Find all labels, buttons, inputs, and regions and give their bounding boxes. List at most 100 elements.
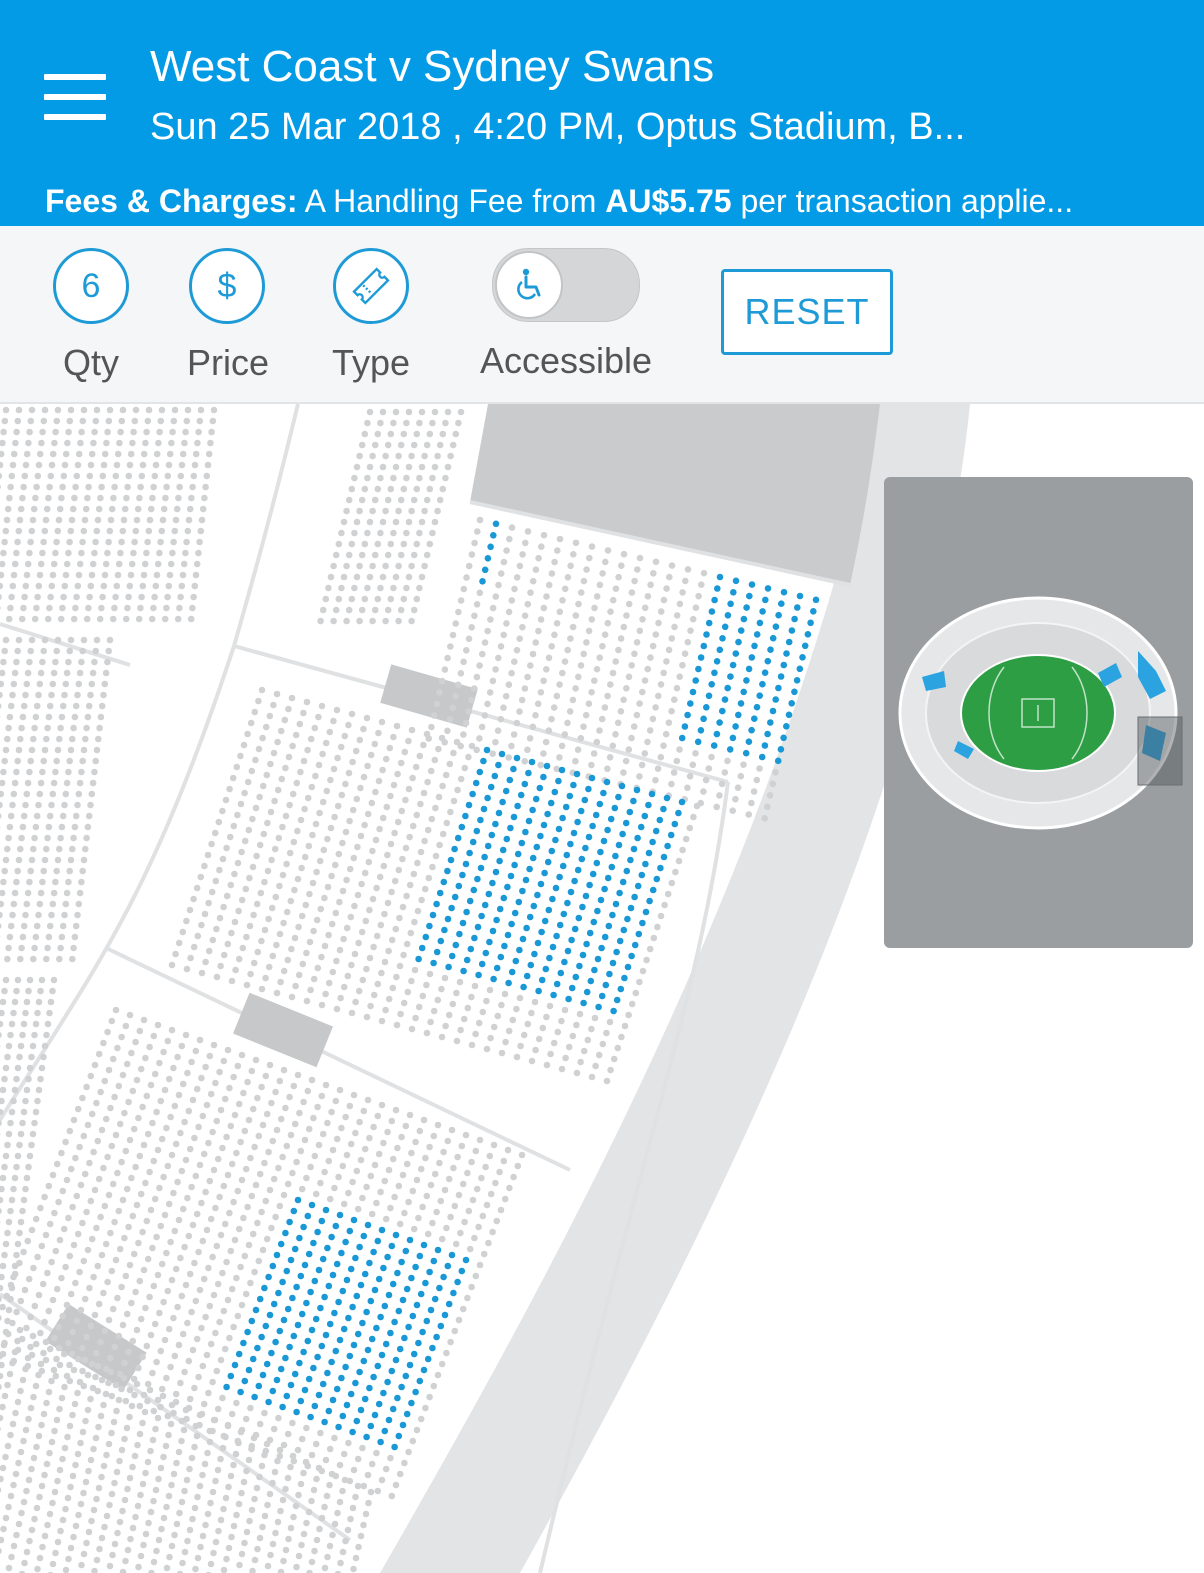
available-seat[interactable] bbox=[444, 915, 452, 923]
available-seat[interactable] bbox=[780, 734, 787, 742]
available-seat[interactable] bbox=[697, 654, 705, 661]
available-seat[interactable] bbox=[515, 898, 523, 906]
available-seat[interactable] bbox=[610, 1007, 617, 1015]
available-seat[interactable] bbox=[305, 1375, 313, 1383]
available-seat[interactable] bbox=[423, 1317, 431, 1325]
available-seat[interactable] bbox=[240, 1339, 247, 1347]
available-seat[interactable] bbox=[378, 1351, 386, 1359]
available-seat[interactable] bbox=[546, 954, 553, 962]
available-seat[interactable] bbox=[767, 646, 774, 653]
available-seat[interactable] bbox=[492, 520, 500, 528]
available-seat[interactable] bbox=[633, 786, 641, 794]
available-seat[interactable] bbox=[481, 853, 488, 861]
available-seat[interactable] bbox=[656, 816, 664, 824]
available-seat[interactable] bbox=[479, 578, 486, 585]
available-seat[interactable] bbox=[514, 850, 522, 858]
available-seat[interactable] bbox=[490, 532, 497, 539]
available-seat[interactable] bbox=[582, 892, 590, 900]
available-seat[interactable] bbox=[535, 987, 542, 995]
available-seat[interactable] bbox=[485, 890, 493, 898]
available-seat[interactable] bbox=[678, 798, 686, 806]
available-seat[interactable] bbox=[248, 1317, 256, 1325]
available-seat[interactable] bbox=[556, 873, 563, 881]
available-seat[interactable] bbox=[328, 1358, 335, 1366]
available-seat[interactable] bbox=[513, 754, 521, 762]
available-seat[interactable] bbox=[389, 1405, 397, 1413]
available-seat[interactable] bbox=[416, 1252, 424, 1260]
available-seat[interactable] bbox=[603, 778, 611, 786]
type-filter[interactable]: Type bbox=[326, 248, 416, 384]
available-seat[interactable] bbox=[353, 1417, 361, 1425]
available-seat[interactable] bbox=[429, 1344, 436, 1352]
available-seat[interactable] bbox=[775, 611, 782, 619]
available-seat[interactable] bbox=[762, 596, 769, 604]
available-seat[interactable] bbox=[510, 765, 517, 773]
qty-filter[interactable]: 6 Qty bbox=[52, 248, 130, 384]
available-seat[interactable] bbox=[410, 1350, 418, 1358]
available-seat[interactable] bbox=[395, 1307, 403, 1315]
available-seat[interactable] bbox=[272, 1338, 279, 1346]
available-seat[interactable] bbox=[405, 1323, 412, 1331]
available-seat[interactable] bbox=[335, 1423, 342, 1431]
available-seat[interactable] bbox=[568, 984, 576, 992]
available-seat[interactable] bbox=[304, 1337, 312, 1345]
available-seat[interactable] bbox=[550, 991, 557, 999]
available-seat[interactable] bbox=[470, 886, 478, 894]
available-seat[interactable] bbox=[571, 877, 578, 885]
available-seat[interactable] bbox=[338, 1374, 345, 1382]
available-seat[interactable] bbox=[297, 1272, 305, 1280]
available-seat[interactable] bbox=[764, 730, 771, 738]
available-seat[interactable] bbox=[597, 896, 605, 904]
available-seat[interactable] bbox=[565, 995, 572, 1003]
available-seat[interactable] bbox=[772, 696, 779, 703]
available-seat[interactable] bbox=[671, 820, 679, 828]
available-seat[interactable] bbox=[585, 833, 593, 841]
available-seat[interactable] bbox=[475, 971, 482, 979]
available-seat[interactable] bbox=[374, 1237, 382, 1245]
available-seat[interactable] bbox=[719, 635, 726, 642]
available-seat[interactable] bbox=[399, 1421, 407, 1429]
available-seat[interactable] bbox=[551, 788, 559, 796]
available-seat[interactable] bbox=[555, 777, 562, 785]
available-seat[interactable] bbox=[627, 904, 635, 912]
available-seat[interactable] bbox=[448, 904, 455, 912]
available-seat[interactable] bbox=[462, 812, 469, 820]
available-seat[interactable] bbox=[751, 715, 758, 722]
available-seat[interactable] bbox=[559, 862, 567, 870]
available-seat[interactable] bbox=[695, 665, 702, 673]
available-seat[interactable] bbox=[347, 1390, 355, 1398]
available-seat[interactable] bbox=[401, 1334, 408, 1342]
available-seat[interactable] bbox=[431, 1295, 439, 1303]
available-seat[interactable] bbox=[507, 824, 514, 832]
available-seat[interactable] bbox=[585, 785, 592, 793]
available-seat[interactable] bbox=[342, 1238, 349, 1246]
available-seat[interactable] bbox=[748, 726, 755, 734]
available-seat[interactable] bbox=[576, 962, 583, 970]
available-seat[interactable] bbox=[308, 1201, 316, 1209]
available-seat[interactable] bbox=[252, 1306, 260, 1314]
available-seat[interactable] bbox=[467, 945, 475, 953]
available-seat[interactable] bbox=[523, 972, 531, 980]
available-seat[interactable] bbox=[352, 1379, 359, 1387]
available-seat[interactable] bbox=[721, 696, 729, 703]
available-seat[interactable] bbox=[290, 1332, 298, 1340]
available-seat[interactable] bbox=[368, 1335, 376, 1343]
available-seat[interactable] bbox=[594, 955, 602, 963]
available-seat[interactable] bbox=[756, 692, 763, 699]
available-seat[interactable] bbox=[329, 1271, 337, 1279]
available-seat[interactable] bbox=[472, 779, 480, 787]
available-seat[interactable] bbox=[430, 959, 437, 967]
available-seat[interactable] bbox=[454, 834, 462, 842]
available-seat[interactable] bbox=[727, 600, 734, 608]
available-seat[interactable] bbox=[377, 1438, 384, 1446]
available-seat[interactable] bbox=[301, 1261, 309, 1269]
available-seat[interactable] bbox=[495, 761, 502, 769]
available-seat[interactable] bbox=[296, 1234, 303, 1242]
available-seat[interactable] bbox=[705, 692, 713, 700]
available-seat[interactable] bbox=[700, 642, 708, 650]
available-seat[interactable] bbox=[506, 776, 514, 784]
available-seat[interactable] bbox=[249, 1355, 257, 1363]
available-seat[interactable] bbox=[583, 988, 591, 996]
available-seat[interactable] bbox=[419, 1328, 426, 1336]
available-seat[interactable] bbox=[448, 1251, 456, 1259]
